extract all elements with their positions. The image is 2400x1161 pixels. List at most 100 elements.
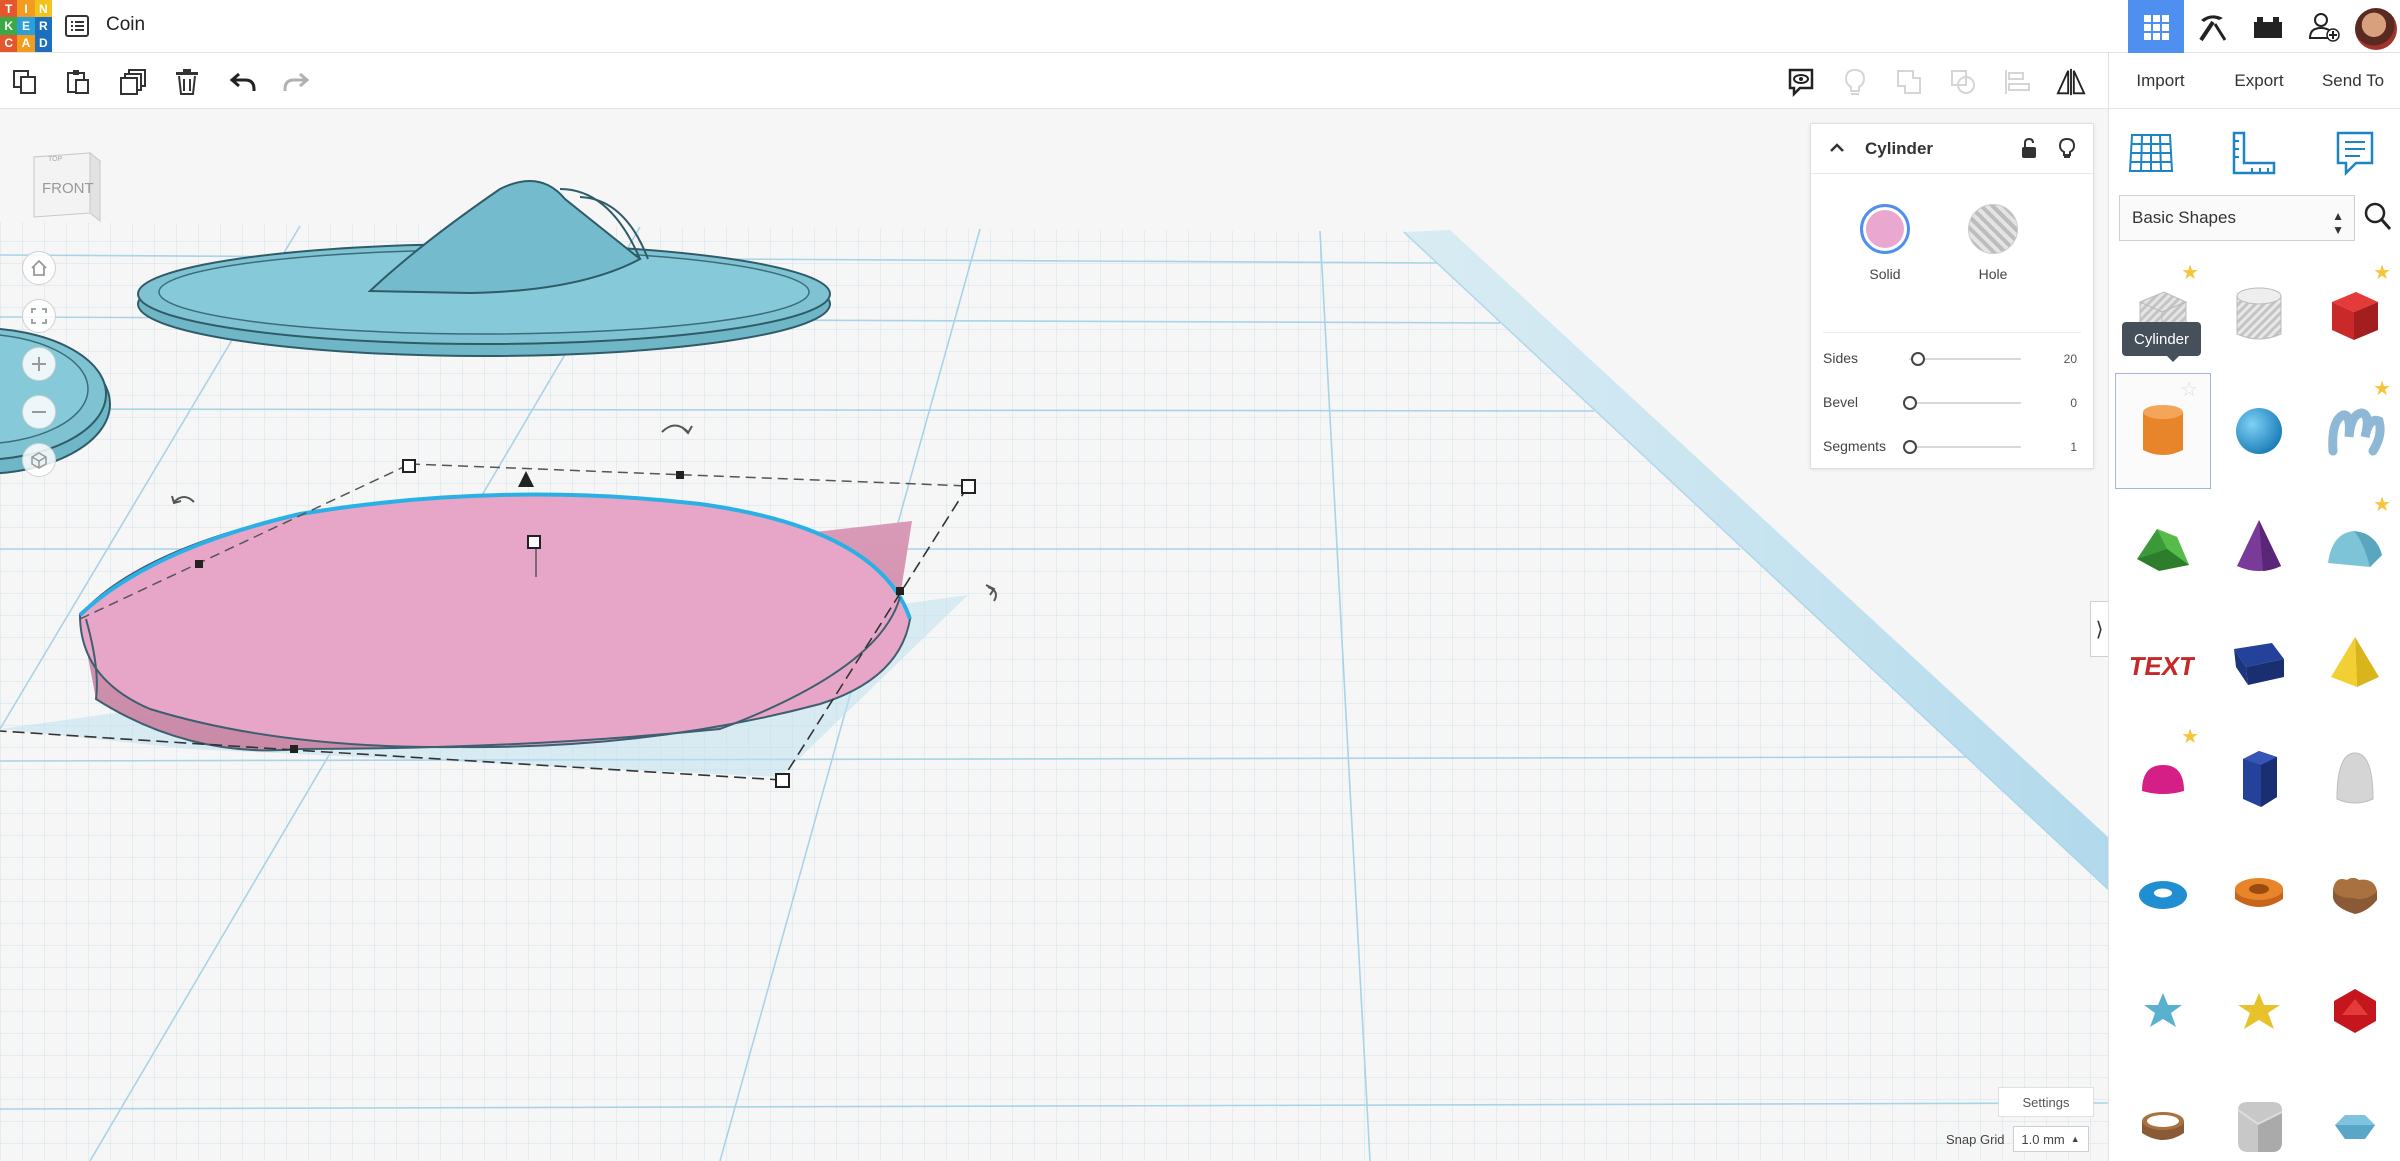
fit-icon [30,307,48,325]
midpoint-handle [290,745,298,753]
shape-library-select[interactable]: Basic Shapes ▲▼ [2119,195,2355,241]
favorite-star-icon[interactable]: ★ [2373,379,2391,399]
star-shape[interactable] [2115,953,2211,1069]
favorite-star-icon[interactable]: ★ [2373,495,2391,515]
property-slider-knob[interactable] [1903,440,1917,454]
fit-view-button[interactable] [22,299,56,333]
pickaxe-icon[interactable] [2184,0,2240,53]
solid-swatch[interactable] [1860,204,1910,254]
sphere-shape[interactable] [2211,373,2307,489]
import-button[interactable]: Import [2108,53,2212,109]
height-handle [528,536,540,548]
text-shape[interactable]: TEXT [2115,605,2211,721]
star-outline-icon[interactable]: ☆ [2180,380,2198,400]
notes-panel-button[interactable] [2323,121,2387,185]
snap-grid-select[interactable]: 1.0 mm▲ [2013,1126,2089,1152]
paraboloid-shape[interactable] [2307,721,2400,837]
workplane[interactable]: TOP FRONT Cylinder [0,109,2108,1161]
logo-letter: E [17,17,34,34]
tinkercad-logo[interactable]: TINKERCAD [0,0,52,52]
heart-shape[interactable] [2307,837,2400,953]
group-button[interactable] [1894,67,1924,97]
zoom-in-button[interactable] [22,347,56,381]
mirror-button[interactable] [2056,67,2086,97]
polygon-shape[interactable] [2211,721,2307,837]
logo-letter: K [0,17,17,34]
visibility-button[interactable] [2057,137,2077,164]
torus-shape[interactable] [2115,837,2211,953]
hole-swatch[interactable] [1968,204,2018,254]
property-slider-track[interactable] [1909,446,2021,448]
hole-option[interactable]: Hole [1953,204,2033,282]
cylinder-shape[interactable]: ☆ [2115,373,2211,489]
wedge-shape[interactable] [2211,605,2307,721]
panel-toggle-button[interactable]: ⟩ [2090,601,2108,657]
snap-grid-control: Snap Grid 1.0 mm▲ [1946,1124,2089,1154]
duplicate-button[interactable] [118,67,148,97]
3d-scene[interactable] [0,109,2108,1161]
property-value[interactable]: 0 [2070,396,2077,410]
property-slider-track[interactable] [1909,358,2021,360]
gem-shape[interactable] [2307,1069,2400,1161]
property-value[interactable]: 1 [2070,440,2077,454]
star-yellow-shape[interactable] [2211,953,2307,1069]
midpoint-handle [896,587,904,595]
property-segments: Segments 1 [1811,432,2093,462]
favorite-star-icon[interactable]: ★ [2181,263,2199,283]
lock-button[interactable] [2019,137,2039,164]
note-icon [2332,129,2378,177]
design-list-icon[interactable] [64,13,90,39]
shape-library-value: Basic Shapes [2132,208,2236,228]
box-shape[interactable]: ★ [2307,257,2400,373]
paste-button[interactable] [63,67,93,97]
align-button[interactable] [2002,67,2032,97]
property-slider-track[interactable] [1909,402,2021,404]
add-user-icon[interactable] [2296,0,2352,53]
bricks-icon[interactable] [2240,0,2296,53]
svg-text:TEXT: TEXT [2131,651,2195,681]
notes-button[interactable] [1786,67,1816,97]
collapse-button[interactable] [1827,138,1847,163]
property-slider-knob[interactable] [1911,352,1925,366]
icosahedron-shape[interactable] [2307,953,2400,1069]
home-view-button[interactable] [22,251,56,285]
light-button[interactable] [1840,67,1870,97]
zoom-out-button[interactable] [22,395,56,429]
rounded-box-shape[interactable] [2211,1069,2307,1161]
ruler-button[interactable] [2221,121,2285,185]
round-roof-shape[interactable]: ★ [2307,489,2400,605]
shapes-panel: Basic Shapes ▲▼ ★ ★ ☆ ★ ★ TEXT ★ [2108,109,2400,1161]
copy-button[interactable] [10,67,40,97]
shape-search-button[interactable] [2363,201,2393,238]
roof-shape[interactable] [2115,489,2211,605]
pyramid-shape[interactable] [2307,605,2400,721]
settings-button[interactable]: Settings [1998,1087,2094,1117]
cylinder-hole-shape[interactable] [2211,257,2307,373]
property-slider-knob[interactable] [1903,396,1917,410]
3d-design-icon[interactable] [2128,0,2184,53]
coin-with-cone[interactable] [138,181,830,356]
redo-button[interactable] [281,67,311,97]
scribble-shape[interactable]: ★ [2307,373,2400,489]
send-to-button[interactable]: Send To [2306,53,2400,109]
undo-button[interactable] [228,67,258,97]
perspective-button[interactable] [22,443,56,477]
workplane-button[interactable] [2119,121,2183,185]
tube-shape[interactable] [2211,837,2307,953]
ungroup-button[interactable] [1948,67,1978,97]
favorite-star-icon[interactable]: ★ [2373,263,2391,283]
design-title[interactable]: Coin [106,14,145,36]
align-icon [2003,68,2031,96]
property-value[interactable]: 20 [2064,352,2077,366]
cone-shape[interactable] [2211,489,2307,605]
view-cube[interactable]: TOP FRONT [30,145,102,225]
resize-handle [962,480,975,493]
delete-button[interactable] [172,67,202,97]
half-sphere-shape[interactable]: ★ [2115,721,2211,837]
solid-option[interactable]: Solid [1845,204,1925,282]
ring-shape[interactable] [2115,1069,2211,1161]
user-avatar-button[interactable] [2352,0,2400,53]
favorite-star-icon[interactable]: ★ [2181,727,2199,747]
property-label: Segments [1823,438,1886,454]
export-button[interactable]: Export [2212,53,2306,109]
